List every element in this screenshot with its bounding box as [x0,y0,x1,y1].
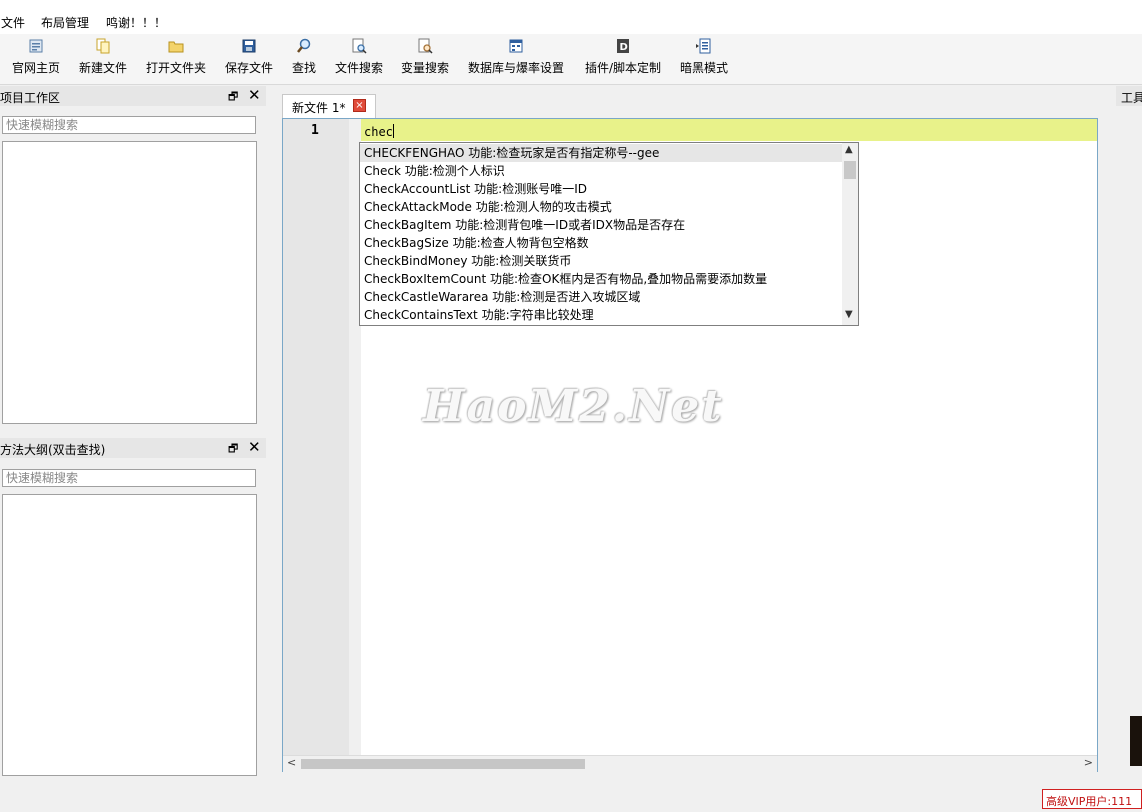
menu-file[interactable]: 文件 [1,14,25,31]
file-search-icon [351,38,367,54]
autocomplete-item[interactable]: CheckContainsText 功能:字符串比较处理 [360,306,842,324]
autocomplete-scroll-thumb[interactable] [844,161,856,179]
tab-label: 新文件 1* [292,101,346,115]
project-file-list[interactable] [2,141,257,424]
homepage-button[interactable]: 官网主页 [12,38,60,76]
tab-new-file[interactable]: 新文件 1* × [282,94,376,118]
menu-layout[interactable]: 布局管理 [41,14,89,31]
scroll-left-icon[interactable]: < [287,756,296,769]
save-file-label: 保存文件 [225,61,274,75]
dark-mode-icon [696,38,712,54]
tools-panel: 工具 [1114,86,1142,776]
autocomplete-scrollbar[interactable]: ▲ ▼ [842,143,858,325]
close-icon[interactable]: ✕ [248,438,261,456]
code-text: chec [364,125,393,139]
find-button[interactable]: 查找 [291,38,317,76]
dark-mode-button[interactable]: 暗黑模式 [680,38,728,76]
autocomplete-item[interactable]: CheckAccountList 功能:检测账号唯一ID [360,180,842,198]
database-icon [508,38,524,54]
autocomplete-item[interactable]: CheckBindMoney 功能:检测关联货币 [360,252,842,270]
outline-panel-header: 方法大纲(双击查找) 🗗 ✕ [0,438,266,458]
save-file-button[interactable]: 保存文件 [225,38,273,76]
variable-search-button[interactable]: 变量搜索 [401,38,449,76]
text-caret [392,124,394,138]
new-file-button[interactable]: 新建文件 [79,38,127,76]
autocomplete-item[interactable]: CheckBoxItemCount 功能:检查OK框内是否有物品,叠加物品需要添… [360,270,842,288]
horizontal-scrollbar[interactable]: < > [283,755,1097,772]
autocomplete-item[interactable]: Check 功能:检测个人标识 [360,162,842,180]
project-panel-header: 项目工作区 🗗 ✕ [0,86,266,106]
toolbar: 官网主页 新建文件 打开文件夹 保存文件 查找 文件搜索 变量搜索 数据库与爆率… [0,34,1142,85]
variable-search-label: 变量搜索 [401,61,450,75]
restore-icon[interactable]: 🗗 [228,88,240,103]
outline-search-input[interactable] [2,469,256,487]
autocomplete-item[interactable]: CheckAttackMode 功能:检测人物的攻击模式 [360,198,842,216]
restore-icon[interactable]: 🗗 [228,440,240,455]
homepage-icon [28,38,44,54]
current-line-highlight [361,119,1097,141]
find-label: 查找 [291,61,316,75]
scroll-up-icon[interactable]: ▲ [845,144,853,155]
menu-bar: 文件 布局管理 鸣谢！！！ [0,8,1142,34]
file-search-label: 文件搜索 [335,61,384,75]
dark-mode-label: 暗黑模式 [680,61,729,75]
autocomplete-item[interactable]: CHECKFENGHAO 功能:检查玩家是否有指定称号--gee [360,144,842,162]
open-folder-label: 打开文件夹 [146,61,207,75]
menu-thanks[interactable]: 鸣谢！！！ [106,14,166,31]
vip-status-badge: 高级VIP用户:111 [1042,789,1142,809]
variable-search-icon [417,38,433,54]
scroll-down-icon[interactable]: ▼ [845,309,853,320]
watermark: HaoM2.Net [423,381,724,432]
autocomplete-item[interactable]: CheckBagSize 功能:检查人物背包空格数 [360,234,842,252]
outline-method-list[interactable] [2,494,257,776]
project-panel-title: 项目工作区 [0,91,61,105]
autocomplete-item[interactable]: CheckCastleWararea 功能:检测是否进入攻城区域 [360,288,842,306]
new-file-label: 新建文件 [79,61,128,75]
plugin-script-label: 插件/脚本定制 [584,61,662,75]
svg-text:D: D [620,42,628,53]
scroll-right-icon[interactable]: > [1084,756,1093,769]
tools-panel-title: 工具 [1121,91,1142,105]
autocomplete-popup: CHECKFENGHAO 功能:检查玩家是否有指定称号--gee Check 功… [359,142,859,326]
homepage-label: 官网主页 [12,61,61,75]
new-file-icon [95,38,111,54]
tab-close-icon[interactable]: × [353,99,366,112]
close-icon[interactable]: ✕ [248,86,261,104]
scrollbar-thumb[interactable] [301,759,585,769]
plugin-script-button[interactable]: D 插件/脚本定制 [583,38,663,76]
line-number-gutter: 1 [283,119,349,755]
code-line[interactable]: chec [364,124,394,139]
database-settings-button[interactable]: 数据库与爆率设置 [468,38,564,76]
plugin-icon: D [615,38,631,54]
file-search-button[interactable]: 文件搜索 [335,38,383,76]
tools-preview-thumbnail [1130,716,1142,766]
title-bar [0,0,1142,8]
find-icon [296,38,312,54]
tools-panel-header: 工具 [1116,86,1142,106]
line-number: 1 [311,123,319,138]
vip-status-text: 高级VIP用户:111 [1046,795,1133,808]
editor-tabstrip: 新文件 1* × [280,92,1100,118]
autocomplete-item[interactable]: CheckBagItem 功能:检测背包唯一ID或者IDX物品是否存在 [360,216,842,234]
outline-panel-title: 方法大纲(双击查找) [0,443,106,457]
save-icon [241,38,257,54]
project-search-input[interactable] [2,116,256,134]
folder-icon [168,38,184,54]
open-folder-button[interactable]: 打开文件夹 [146,38,206,76]
database-settings-label: 数据库与爆率设置 [468,61,565,75]
